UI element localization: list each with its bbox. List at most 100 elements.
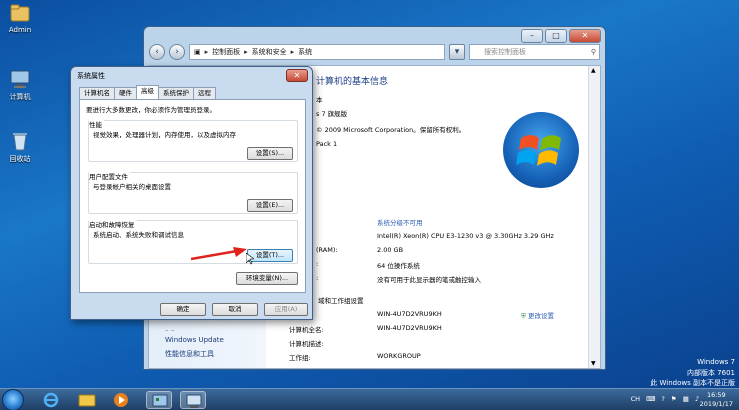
breadcrumb-item[interactable]: 控制面板: [212, 47, 240, 57]
shield-icon: ⛨: [521, 312, 526, 320]
watermark-line3: 此 Windows 副本不是正版: [650, 379, 735, 387]
description-label: 计算机描述:: [289, 340, 324, 348]
toolbar: ‹ › ▣ ▸ 控制面板 ▸ 系统和安全 ▸ 系统 ▾ 搜索控制面板 ⚲: [149, 42, 600, 62]
folder-icon: [78, 394, 96, 407]
startup-recovery-text: 系统启动、系统失败和调试信息: [93, 231, 184, 239]
desktop-icon-label: Admin: [8, 26, 32, 34]
taskbar-ie[interactable]: [38, 391, 64, 409]
taskbar-system-properties[interactable]: [180, 391, 206, 409]
ram-label: (RAM):: [316, 246, 338, 254]
left-link-performance[interactable]: 性能信息和工具: [165, 349, 214, 359]
taskbar: CH ⌨ ? ⚑ ▦ ♪ 16:59 2019/1/17: [0, 388, 739, 410]
taskbar-explorer[interactable]: [74, 391, 100, 409]
desktop-icon-recycle-bin[interactable]: 回收站: [0, 130, 40, 164]
performance-settings-button[interactable]: 设置(S)...: [247, 147, 293, 160]
left-link-small: ⁻ ⁻: [165, 328, 175, 336]
red-arrow-annotation: [190, 247, 247, 261]
desktop-icon-admin[interactable]: Admin: [0, 2, 40, 34]
clock-date: 2019/1/17: [699, 400, 733, 408]
window-caption-buttons: – □ ✕: [521, 29, 601, 43]
taskbar-control-panel[interactable]: [146, 391, 172, 409]
domain-section-heading: 域和工作组设置: [318, 297, 364, 305]
user-profiles-group: 用户配置文件 与登录帐户相关的桌面设置 设置(E)...: [88, 171, 298, 214]
user-profiles-title: 用户配置文件: [89, 171, 130, 181]
desktop-icon-label: 回收站: [9, 155, 31, 163]
copyright-text: © 2009 Microsoft Corporation。保留所有权利。: [316, 126, 466, 134]
back-button[interactable]: ‹: [149, 44, 165, 60]
computer-icon: [9, 68, 31, 90]
performance-text: 视觉效果，处理器计划，内存使用，以及虚拟内存: [93, 131, 236, 139]
user-profiles-text: 与登录帐户相关的桌面设置: [93, 183, 171, 191]
workgroup-label: 工作组:: [289, 354, 311, 362]
pen-value: 没有可用于此显示器的笔或触控输入: [377, 276, 481, 284]
watermark-line2: 内部版本 7601: [686, 369, 735, 377]
breadcrumb-sep: ▸: [204, 48, 209, 56]
help-icon[interactable]: ?: [661, 395, 664, 403]
cancel-button[interactable]: 取消: [212, 303, 258, 316]
performance-group: 性能 视觉效果，处理器计划，内存使用，以及虚拟内存 设置(S)...: [88, 119, 298, 162]
admin-notice: 要进行大多数更改，你必须作为管理员登录。: [86, 106, 216, 114]
full-name-label: 计算机全名:: [289, 326, 324, 334]
system-properties-dialog: 系统属性 ✕ 计算机名 硬件 高级 系统保护 远程 要进行大多数更改，你必须作为…: [70, 66, 313, 320]
startup-recovery-title: 启动和故障恢复: [89, 219, 137, 229]
change-settings-link[interactable]: ⛨ 更改设置: [521, 310, 554, 321]
full-name-value: WIN-4U7D2VRU9KH: [377, 324, 442, 332]
search-icon: ⚲: [590, 48, 596, 56]
breadcrumb-sep: ▸: [244, 48, 248, 56]
apply-button[interactable]: 应用(A): [264, 303, 308, 316]
start-button[interactable]: [2, 389, 24, 410]
network-icon[interactable]: ▦: [683, 395, 689, 403]
tab-remote[interactable]: 远程: [193, 87, 216, 99]
rating-link[interactable]: 系统分级不可用: [377, 217, 423, 227]
ram-value: 2.00 GB: [377, 246, 404, 254]
computer-name-value: WIN-4U7D2VRU9KH: [377, 310, 442, 318]
vertical-scrollbar[interactable]: ▲ ▼: [588, 66, 600, 368]
scroll-up-arrow[interactable]: ▲: [591, 67, 596, 74]
search-input[interactable]: 搜索控制面板 ⚲: [469, 44, 600, 60]
left-link-windows-update[interactable]: Windows Update: [165, 336, 224, 344]
user-folder-icon: [9, 2, 31, 24]
ok-button[interactable]: 确定: [160, 303, 206, 316]
volume-icon[interactable]: ♪: [695, 395, 699, 403]
clock-time: 16:59: [706, 391, 726, 399]
tab-system-protection[interactable]: 系统保护: [158, 87, 194, 99]
search-placeholder: 搜索控制面板: [484, 48, 526, 56]
edition-label: 本: [316, 96, 323, 104]
computer-icon: [186, 394, 202, 408]
environment-variables-button[interactable]: 环境变量(N)...: [236, 272, 298, 285]
breadcrumb-item[interactable]: 系统: [298, 47, 312, 57]
close-button[interactable]: ✕: [569, 29, 601, 43]
tab-advanced[interactable]: 高级: [136, 85, 159, 99]
watermark-line1: Windows 7: [697, 358, 735, 366]
pen-label: :: [316, 274, 319, 282]
system-type-value: 64 位操作系统: [377, 262, 420, 270]
processor-value: Intel(R) Xeon(R) CPU E3-1230 v3 @ 3.30GH…: [377, 232, 554, 240]
edition-value: s 7 旗舰版: [316, 110, 348, 118]
service-pack: Pack 1: [316, 140, 338, 148]
language-indicator[interactable]: CH: [631, 395, 640, 403]
address-dropdown-button[interactable]: ▾: [449, 44, 465, 60]
computer-icon: ▣: [194, 48, 201, 56]
change-settings-label: 更改设置: [527, 312, 554, 320]
maximize-button[interactable]: □: [545, 29, 567, 43]
user-profiles-settings-button[interactable]: 设置(E)...: [247, 199, 293, 212]
tab-hardware[interactable]: 硬件: [114, 87, 137, 99]
forward-button[interactable]: ›: [169, 44, 185, 60]
desktop-icon-computer[interactable]: 计算机: [0, 68, 40, 102]
page-title: 计算机的基本信息: [316, 77, 389, 87]
clock[interactable]: 16:59 2019/1/17: [700, 391, 733, 409]
dialog-close-button[interactable]: ✕: [286, 69, 308, 82]
breadcrumb-sep: ▸: [290, 48, 295, 56]
keyboard-icon[interactable]: ⌨: [646, 395, 655, 403]
taskbar-media-player[interactable]: [108, 391, 134, 409]
address-bar[interactable]: ▣ ▸ 控制面板 ▸ 系统和安全 ▸ 系统: [189, 44, 445, 60]
windows-logo: [503, 112, 579, 188]
system-tray: CH ⌨ ? ⚑ ▦ ♪: [631, 395, 699, 403]
recycle-bin-icon: [9, 130, 31, 152]
minimize-button[interactable]: –: [521, 29, 543, 43]
flag-icon[interactable]: ⚑: [671, 395, 677, 403]
breadcrumb-item[interactable]: 系统和安全: [252, 47, 287, 57]
tab-computer-name[interactable]: 计算机名: [79, 87, 115, 99]
media-player-icon: [114, 393, 128, 407]
scroll-down-arrow[interactable]: ▼: [591, 360, 596, 367]
